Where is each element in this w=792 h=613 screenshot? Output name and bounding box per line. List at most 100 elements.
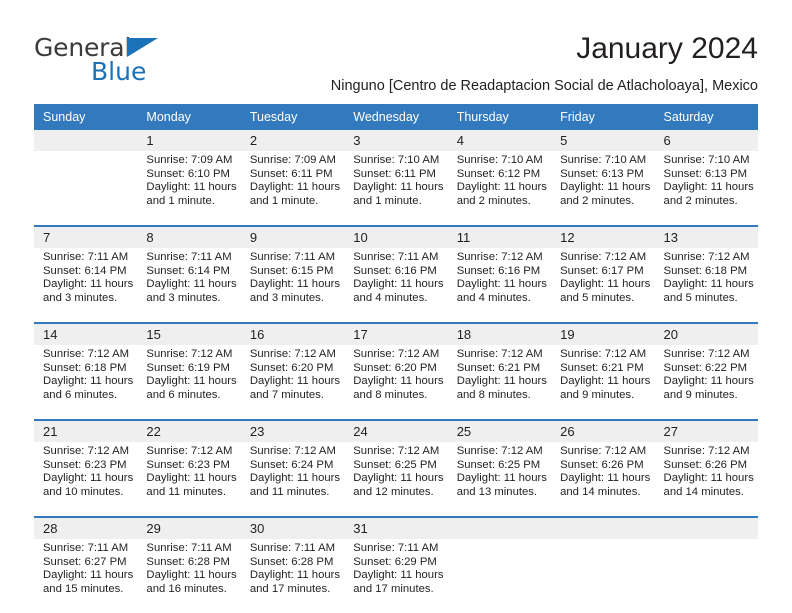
day-cell[interactable]: Sunrise: 7:12 AM Sunset: 6:25 PM Daylight:… bbox=[344, 442, 448, 516]
day-cell[interactable]: Sunrise: 7:12 AM Sunset: 6:22 PM Daylight:… bbox=[654, 345, 758, 419]
day-cell[interactable]: Sunrise: 7:12 AM Sunset: 6:18 PM Daylight:… bbox=[34, 345, 138, 419]
day-cell[interactable]: Sunrise: 7:11 AM Sunset: 6:16 PM Daylight:… bbox=[344, 248, 448, 322]
day-cell[interactable]: Sunrise: 7:12 AM Sunset: 6:26 PM Daylight:… bbox=[654, 442, 758, 516]
sunset-text: Sunset: 6:20 PM bbox=[249, 361, 334, 374]
daylight-text-line1: Daylight: 11 hours bbox=[146, 472, 237, 485]
day-cell[interactable]: Sunrise: 7:12 AM Sunset: 6:21 PM Daylight:… bbox=[447, 345, 552, 419]
page-header: General Blue January 2024 Ninguno [Centr… bbox=[34, 26, 758, 96]
day-cell[interactable]: Sunrise: 7:10 AM Sunset: 6:11 PM Daylight:… bbox=[344, 151, 448, 225]
day-cell[interactable]: Sunrise: 7:12 AM Sunset: 6:25 PM Daylight:… bbox=[447, 442, 552, 516]
day-number[interactable]: 26 bbox=[551, 421, 655, 442]
day-number bbox=[551, 518, 655, 539]
day-number[interactable]: 23 bbox=[240, 421, 345, 442]
day-number bbox=[654, 518, 758, 539]
day-cell[interactable]: Sunrise: 7:12 AM Sunset: 6:17 PM Daylight:… bbox=[551, 248, 655, 322]
sunrise-text: Sunrise: 7:12 AM bbox=[249, 445, 336, 457]
day-number-row: 7 8 9 10 11 12 13 bbox=[34, 227, 758, 248]
daylight-text-line2: and 17 minutes. bbox=[353, 582, 434, 595]
sunrise-text: Sunrise: 7:12 AM bbox=[456, 251, 543, 263]
sunset-text: Sunset: 6:25 PM bbox=[353, 458, 437, 471]
day-number[interactable]: 12 bbox=[551, 227, 655, 248]
day-number[interactable]: 16 bbox=[240, 324, 345, 345]
day-number[interactable]: 8 bbox=[137, 227, 241, 248]
day-cell[interactable]: Sunrise: 7:11 AM Sunset: 6:14 PM Daylight:… bbox=[34, 248, 138, 322]
day-number[interactable]: 5 bbox=[551, 130, 655, 151]
day-cell[interactable]: Sunrise: 7:10 AM Sunset: 6:12 PM Daylight:… bbox=[447, 151, 552, 225]
daylight-text-line1: Daylight: 11 hours bbox=[146, 375, 237, 388]
day-cell[interactable]: Sunrise: 7:12 AM Sunset: 6:26 PM Daylight:… bbox=[551, 442, 655, 516]
day-number[interactable]: 7 bbox=[34, 227, 138, 248]
day-number[interactable]: 1 bbox=[137, 130, 241, 151]
day-number bbox=[34, 130, 138, 151]
day-cell[interactable]: Sunrise: 7:11 AM Sunset: 6:14 PM Daylight:… bbox=[137, 248, 241, 322]
sunrise-text: Sunrise: 7:10 AM bbox=[663, 154, 750, 166]
calendar-page: General Blue January 2024 Ninguno [Centr… bbox=[0, 0, 792, 613]
weekday-header-tuesday: Tuesday bbox=[240, 104, 345, 130]
sunset-text: Sunset: 6:22 PM bbox=[663, 361, 748, 374]
day-number[interactable]: 31 bbox=[344, 518, 448, 539]
day-cell[interactable]: Sunrise: 7:09 AM Sunset: 6:10 PM Daylight:… bbox=[137, 151, 241, 225]
calendar-grid: Sunday Monday Tuesday Wednesday Thursday… bbox=[34, 104, 758, 613]
day-number[interactable]: 17 bbox=[344, 324, 448, 345]
day-number[interactable]: 13 bbox=[654, 227, 758, 248]
daylight-text-line2: and 4 minutes. bbox=[456, 291, 531, 304]
day-cell[interactable]: Sunrise: 7:09 AM Sunset: 6:11 PM Daylight:… bbox=[240, 151, 345, 225]
calendar-body: 1 2 3 4 5 6 Sunrise: 7:09 AM Sunset: 6:10 PM Day… bbox=[34, 130, 758, 613]
day-cell[interactable]: Sunrise: 7:10 AM Sunset: 6:13 PM Daylight:… bbox=[654, 151, 758, 225]
day-number[interactable]: 2 bbox=[240, 130, 345, 151]
day-number[interactable]: 19 bbox=[551, 324, 655, 345]
day-cell[interactable]: Sunrise: 7:11 AM Sunset: 6:28 PM Daylight:… bbox=[137, 539, 241, 613]
day-cell[interactable]: Sunrise: 7:12 AM Sunset: 6:19 PM Daylight:… bbox=[137, 345, 241, 419]
day-cell[interactable]: Sunrise: 7:10 AM Sunset: 6:13 PM Daylight:… bbox=[551, 151, 655, 225]
sunset-text: Sunset: 6:26 PM bbox=[663, 458, 748, 471]
sunrise-text: Sunrise: 7:12 AM bbox=[353, 348, 440, 360]
day-number[interactable]: 9 bbox=[240, 227, 345, 248]
daylight-text-line1: Daylight: 11 hours bbox=[560, 472, 651, 485]
day-number[interactable]: 22 bbox=[137, 421, 241, 442]
daylight-text-line1: Daylight: 11 hours bbox=[43, 569, 134, 582]
day-detail-row: Sunrise: 7:11 AM Sunset: 6:27 PM Daylight:… bbox=[34, 539, 758, 613]
day-number[interactable]: 10 bbox=[344, 227, 448, 248]
day-number[interactable]: 24 bbox=[344, 421, 448, 442]
day-cell[interactable]: Sunrise: 7:12 AM Sunset: 6:21 PM Daylight:… bbox=[551, 345, 655, 419]
sunrise-text: Sunrise: 7:10 AM bbox=[560, 154, 647, 166]
day-number[interactable]: 29 bbox=[137, 518, 241, 539]
daylight-text-line2: and 12 minutes. bbox=[353, 485, 434, 498]
day-cell[interactable]: Sunrise: 7:12 AM Sunset: 6:20 PM Daylight:… bbox=[240, 345, 345, 419]
day-number[interactable]: 27 bbox=[654, 421, 758, 442]
day-number[interactable]: 11 bbox=[447, 227, 552, 248]
day-cell[interactable]: Sunrise: 7:11 AM Sunset: 6:28 PM Daylight:… bbox=[240, 539, 345, 613]
sunset-text: Sunset: 6:15 PM bbox=[249, 264, 334, 277]
day-number[interactable]: 28 bbox=[34, 518, 138, 539]
day-number[interactable]: 3 bbox=[344, 130, 448, 151]
day-cell[interactable]: Sunrise: 7:12 AM Sunset: 6:23 PM Daylight:… bbox=[137, 442, 241, 516]
weekday-header-sunday: Sunday bbox=[34, 104, 138, 130]
sunrise-text: Sunrise: 7:12 AM bbox=[353, 445, 440, 457]
day-cell[interactable]: Sunrise: 7:12 AM Sunset: 6:18 PM Daylight:… bbox=[654, 248, 758, 322]
day-number[interactable]: 14 bbox=[34, 324, 138, 345]
day-number[interactable]: 4 bbox=[447, 130, 552, 151]
sunrise-text: Sunrise: 7:12 AM bbox=[663, 445, 750, 457]
day-number[interactable]: 25 bbox=[447, 421, 552, 442]
general-blue-logo[interactable]: General Blue bbox=[34, 34, 184, 90]
day-cell[interactable]: Sunrise: 7:12 AM Sunset: 6:16 PM Daylight:… bbox=[447, 248, 552, 322]
sunrise-text: Sunrise: 7:11 AM bbox=[353, 251, 439, 263]
day-cell[interactable]: Sunrise: 7:11 AM Sunset: 6:29 PM Daylight:… bbox=[344, 539, 448, 613]
day-number[interactable]: 15 bbox=[137, 324, 241, 345]
day-number[interactable]: 20 bbox=[654, 324, 758, 345]
day-number-row: 28 29 30 31 bbox=[34, 518, 758, 539]
day-number[interactable]: 21 bbox=[34, 421, 138, 442]
day-cell[interactable]: Sunrise: 7:12 AM Sunset: 6:24 PM Daylight:… bbox=[240, 442, 345, 516]
sunset-text: Sunset: 6:16 PM bbox=[353, 264, 437, 277]
day-cell[interactable]: Sunrise: 7:11 AM Sunset: 6:27 PM Daylight:… bbox=[34, 539, 138, 613]
daylight-text-line1: Daylight: 11 hours bbox=[249, 278, 341, 291]
day-number[interactable]: 30 bbox=[240, 518, 345, 539]
day-number[interactable]: 6 bbox=[654, 130, 758, 151]
sunset-text: Sunset: 6:14 PM bbox=[43, 264, 127, 277]
day-number[interactable]: 18 bbox=[447, 324, 552, 345]
sunset-text: Sunset: 6:20 PM bbox=[353, 361, 437, 374]
day-cell[interactable]: Sunrise: 7:12 AM Sunset: 6:20 PM Daylight:… bbox=[344, 345, 448, 419]
daylight-text-line1: Daylight: 11 hours bbox=[249, 472, 341, 485]
day-cell[interactable]: Sunrise: 7:12 AM Sunset: 6:23 PM Daylight:… bbox=[34, 442, 138, 516]
day-cell[interactable]: Sunrise: 7:11 AM Sunset: 6:15 PM Daylight:… bbox=[240, 248, 345, 322]
